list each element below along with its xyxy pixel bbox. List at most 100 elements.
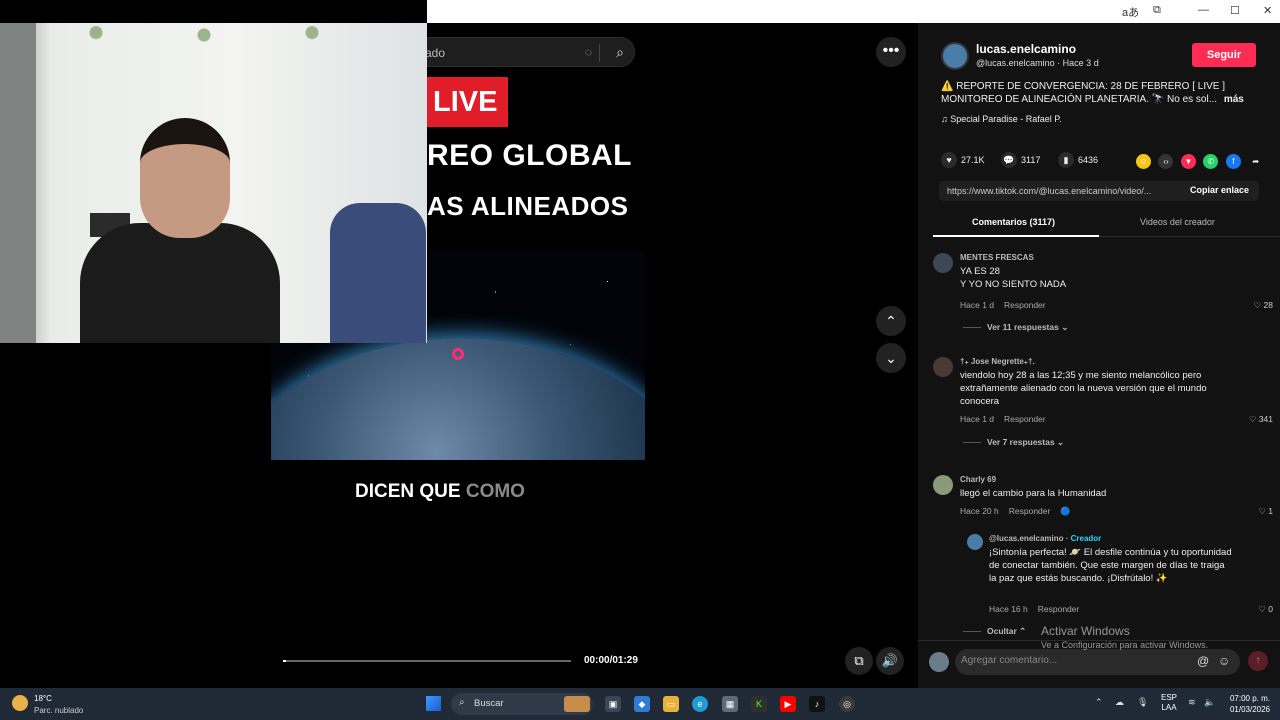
emoji-icon[interactable]: ☺: [1218, 654, 1230, 668]
obs-icon[interactable]: ◎: [839, 696, 855, 712]
previous-video-button[interactable]: ⌃: [876, 306, 906, 336]
comment-like-count: 1: [1268, 506, 1273, 516]
hide-replies-button[interactable]: Ocultar ⌃: [963, 626, 1026, 637]
tab-creator-videos[interactable]: Videos del creador: [1140, 217, 1215, 227]
file-explorer-icon[interactable]: ▭: [663, 696, 679, 712]
tab-comments[interactable]: Comentarios (3117): [972, 217, 1055, 227]
video-progress-bar[interactable]: [283, 660, 571, 662]
network-tray-icon[interactable]: ☁: [1115, 697, 1124, 708]
view-replies-button[interactable]: Ver 7 respuestas ⌄: [963, 437, 1064, 448]
next-video-button[interactable]: ⌄: [876, 343, 906, 373]
save-count: 6436: [1078, 155, 1099, 165]
microphone-icon[interactable]: 🎙: [1137, 697, 1148, 708]
weather-condition: Parc. nublado: [34, 706, 84, 715]
share-arrow-icon[interactable]: ➦: [1248, 154, 1263, 169]
my-avatar[interactable]: [929, 652, 949, 672]
comment-avatar[interactable]: [933, 253, 953, 273]
save-stat[interactable]: ▮ 6436: [1058, 152, 1098, 168]
author-username[interactable]: lucas.enelcamino: [976, 42, 1076, 56]
author-meta: @lucas.enelcamino · Hace 3 d: [976, 58, 1099, 68]
search-input[interactable]: ado: [425, 46, 445, 60]
active-tab-indicator: [933, 235, 1099, 237]
weather-icon: [12, 695, 28, 711]
comment-placeholder: Agregar comentario...: [961, 655, 1058, 666]
close-button[interactable]: ✕: [1263, 4, 1272, 17]
creator-username[interactable]: @lucas.enelcamino · Creador: [989, 534, 1101, 543]
store-icon[interactable]: ▦: [722, 696, 738, 712]
tiktok-icon[interactable]: ♪: [809, 696, 825, 712]
video-player[interactable]: ado ◌ ⌕ LIVE REO GLOBAL AS ALINEADOS DIC…: [0, 23, 918, 688]
comment-like[interactable]: ♡ 1: [1258, 506, 1273, 517]
reply-button[interactable]: Responder: [1038, 604, 1080, 614]
more-options-button[interactable]: •••: [876, 37, 906, 67]
view-replies-button[interactable]: Ver 11 respuestas ⌄: [963, 322, 1068, 333]
reply-button[interactable]: Responder: [1009, 506, 1051, 516]
search-icon[interactable]: ⌕: [616, 44, 624, 61]
comment-meta: Hace 1 d Responder: [960, 414, 1056, 424]
comment-meta: Hace 20 h Responder 🔵: [960, 506, 1081, 517]
whatsapp-icon[interactable]: ✆: [1203, 154, 1219, 169]
volume-icon[interactable]: 🔊: [876, 647, 904, 675]
edge-icon[interactable]: e: [692, 696, 708, 712]
comment-username[interactable]: †₊ Jose Negrette₊†.: [960, 357, 1035, 366]
comment-like[interactable]: ♡ 341: [1249, 414, 1273, 425]
comment-username[interactable]: MENTES FRESCAS: [960, 253, 1034, 262]
window-titlebar: aあ ⧉ — ☐ ✕: [427, 0, 1280, 23]
creator-avatar[interactable]: [967, 534, 983, 550]
wifi-icon[interactable]: ≋: [1188, 697, 1196, 708]
taskbar-search-label: Buscar: [474, 698, 504, 709]
translate-icon[interactable]: aあ: [1122, 4, 1139, 20]
comment-stat[interactable]: 💬 3117: [1001, 152, 1040, 168]
webcam-person-head: [140, 118, 230, 238]
language-indicator[interactable]: ESP LAA: [1161, 693, 1177, 713]
description-text: ⚠️ REPORTE DE CONVERGENCIA: 28 DE FEBRER…: [941, 81, 1225, 105]
webcam-chair: [330, 203, 426, 343]
speaker-icon[interactable]: 🔈: [1204, 697, 1215, 708]
extension-icon[interactable]: ⧉: [1153, 4, 1161, 17]
more-link[interactable]: más: [1224, 94, 1244, 105]
mention-icon[interactable]: @: [1197, 654, 1209, 668]
search-box[interactable]: ado ◌ ⌕: [400, 37, 635, 67]
comment-input[interactable]: Agregar comentario... @ ☺: [955, 649, 1240, 675]
weather-temp: 18°C: [34, 694, 52, 703]
kick-icon[interactable]: K: [751, 696, 767, 712]
comment-meta: Hace 1 d Responder: [960, 300, 1056, 310]
comment-username[interactable]: Charly 69: [960, 475, 996, 484]
friends-share-icon[interactable]: ☺: [1136, 154, 1151, 169]
reply-button[interactable]: Responder: [1004, 300, 1046, 310]
details-panel: lucas.enelcamino @lucas.enelcamino · Hac…: [918, 23, 1280, 688]
author-avatar[interactable]: [941, 42, 969, 70]
creator-tag: · Creador: [1063, 534, 1102, 543]
search-divider: [599, 44, 600, 62]
like-stat[interactable]: ♥ 27.1K: [941, 152, 985, 168]
task-view-icon[interactable]: ▣: [605, 696, 621, 712]
pip-icon[interactable]: ⧉: [845, 647, 873, 675]
comment-like[interactable]: ♡ 28: [1254, 300, 1273, 311]
minimize-button[interactable]: —: [1198, 4, 1209, 16]
copy-link-button[interactable]: Copiar enlace: [1190, 185, 1249, 195]
youtube-icon[interactable]: ▶: [780, 696, 796, 712]
music-track[interactable]: ♫ Special Paradise - Rafael P.: [941, 114, 1062, 124]
clock-date: 01/03/2026: [1229, 705, 1270, 714]
clock[interactable]: 07:00 p. m. 01/03/2026: [1224, 693, 1270, 715]
follow-button[interactable]: Seguir: [1192, 43, 1256, 67]
facebook-icon[interactable]: f: [1225, 154, 1241, 169]
post-description: ⚠️ REPORTE DE CONVERGENCIA: 28 DE FEBRER…: [941, 80, 1271, 106]
comment-avatar[interactable]: [933, 475, 953, 495]
start-button[interactable]: [426, 696, 441, 711]
heart-icon: ♥: [941, 152, 957, 168]
widgets-icon[interactable]: ◆: [634, 696, 650, 712]
creator-reply-like[interactable]: ♡ 0: [1258, 604, 1273, 615]
video-headline-1: REO GLOBAL: [427, 139, 632, 172]
show-hidden-icons[interactable]: ⌃: [1095, 697, 1103, 708]
send-icon[interactable]: ▼: [1180, 154, 1196, 169]
embed-icon[interactable]: ‹›: [1158, 154, 1174, 169]
search-highlight-icon[interactable]: [564, 696, 590, 712]
maximize-button[interactable]: ☐: [1230, 4, 1240, 17]
video-url[interactable]: https://www.tiktok.com/@lucas.enelcamino…: [947, 186, 1173, 196]
language-code: ESP: [1161, 693, 1178, 702]
loading-icon: ◌: [584, 45, 592, 59]
send-comment-button[interactable]: ↑: [1248, 651, 1268, 671]
reply-button[interactable]: Responder: [1004, 414, 1046, 424]
comment-avatar[interactable]: [933, 357, 953, 377]
